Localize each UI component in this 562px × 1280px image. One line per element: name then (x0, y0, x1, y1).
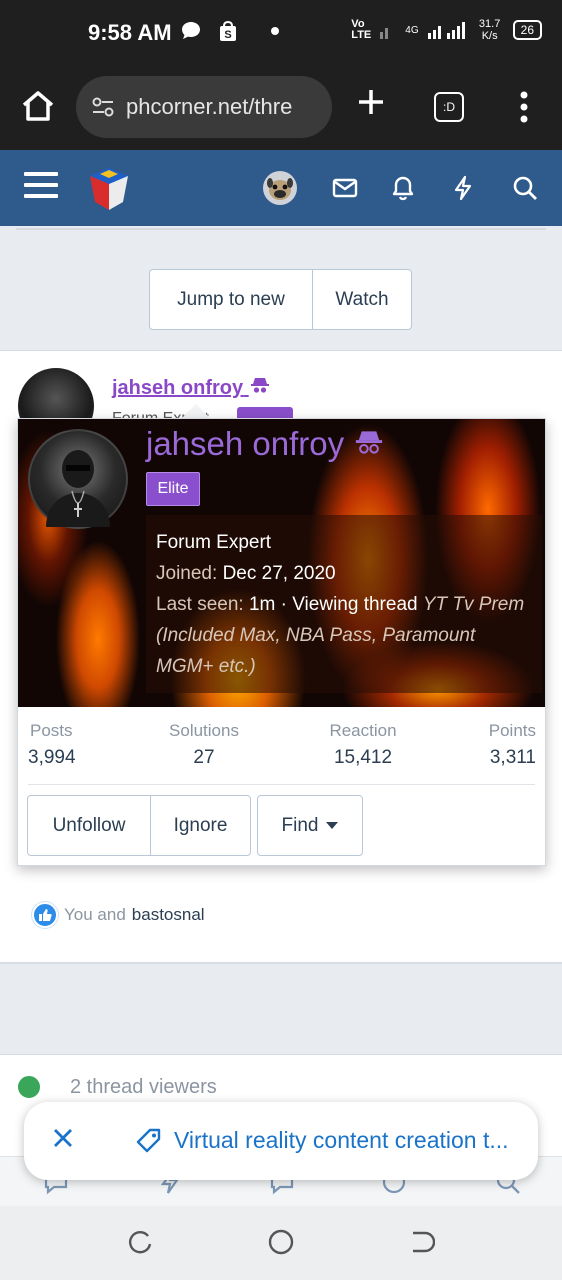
whats-new-button[interactable] (448, 170, 478, 206)
search-icon[interactable] (512, 175, 538, 201)
hamburger-menu-icon[interactable] (24, 172, 58, 202)
user-avatar[interactable] (262, 170, 298, 211)
stat-label: Solutions (169, 721, 239, 740)
joined-row: Joined: Dec 27, 2020 (156, 558, 532, 589)
tab-switcher-button[interactable]: :D (434, 92, 464, 122)
shopping-bag-icon: S (220, 21, 237, 42)
stat-solutions[interactable]: Solutions 27 (164, 721, 244, 769)
lightning-bolt-icon[interactable] (452, 175, 474, 201)
post-author-name-text[interactable]: jahseh onfroy (112, 377, 243, 399)
stat-points[interactable]: Points 3,311 (476, 721, 536, 769)
site-logo[interactable] (84, 164, 134, 214)
last-seen-row: Last seen: 1m · Viewing thread YT Tv Pre… (156, 589, 532, 682)
member-avatar[interactable] (28, 429, 128, 529)
more-menu-icon[interactable] (518, 90, 530, 124)
reaction-user[interactable]: bastosnal (132, 905, 205, 925)
address-bar[interactable]: phcorner.net/thre (76, 76, 332, 138)
stat-label: Points (488, 721, 536, 740)
thumbs-up-icon (39, 909, 52, 921)
url-text[interactable]: phcorner.net/thre (126, 94, 322, 120)
caret-down-icon (326, 821, 339, 829)
home-circle-icon[interactable] (267, 1228, 295, 1256)
back-icon[interactable] (407, 1228, 435, 1256)
dot-icon (271, 27, 280, 36)
svg-text:S: S (224, 29, 231, 41)
member-title: Forum Expert (156, 532, 272, 553)
stat-reaction[interactable]: Reaction 15,412 (318, 721, 408, 769)
alerts-button[interactable] (388, 170, 418, 206)
elite-badge: Elite (146, 472, 200, 506)
jump-to-new-button[interactable]: Jump to new (150, 270, 313, 329)
status-time: 9:58 AM (88, 20, 172, 45)
content-gap (0, 964, 562, 1054)
like-reaction-icon (32, 902, 58, 928)
tooltip-arrow (182, 404, 210, 418)
find-label[interactable]: Find (282, 815, 319, 837)
member-stats: Posts 3,994 Solutions 27 Reaction 15,412… (18, 707, 545, 787)
member-name[interactable]: jahseh onfroy (146, 425, 385, 463)
close-icon[interactable] (51, 1126, 75, 1150)
spy-icon (356, 431, 383, 454)
site-settings-icon[interactable] (90, 94, 116, 120)
new-tab-button[interactable] (356, 86, 386, 124)
battery-indicator: 26 (512, 20, 542, 40)
member-avatar-figure (46, 450, 110, 527)
find-button[interactable]: Find (257, 795, 363, 856)
search-button[interactable] (510, 170, 540, 206)
joined-label: Joined: (156, 563, 218, 584)
recent-apps-icon[interactable] (126, 1228, 154, 1256)
spy-icon (250, 378, 269, 393)
envelope-icon[interactable] (332, 177, 358, 199)
viewer-avatars (16, 1074, 60, 1100)
stat-value: 27 (193, 747, 215, 768)
inbox-button[interactable] (330, 170, 360, 206)
watch-button[interactable]: Watch (313, 270, 411, 329)
reaction-prefix: You and (64, 905, 126, 924)
stat-label: Reaction (329, 721, 397, 740)
status-bar: 9:58 AM S Vo LTE 4G 31.7 K/s 26 (0, 0, 562, 64)
post-author-name[interactable]: jahseh onfroy (112, 376, 271, 400)
network-type: 4G (405, 24, 419, 36)
stat-posts[interactable]: Posts 3,994 (28, 721, 76, 769)
stat-value: 15,412 (333, 747, 393, 768)
profile-banner: jahseh onfroy Elite Forum Expert Joined:… (18, 419, 545, 707)
close-toast-button[interactable] (48, 1126, 78, 1156)
browser-toolbar: phcorner.net/thre :D (0, 64, 562, 150)
reaction-summary[interactable]: You and bastosnal (32, 902, 205, 928)
ignore-button[interactable]: Ignore (150, 795, 251, 856)
toast-title[interactable]: Virtual reality content creation t... (174, 1127, 540, 1154)
member-tooltip: jahseh onfroy Elite Forum Expert Joined:… (17, 418, 546, 866)
thread-viewers[interactable]: 2 thread viewers (16, 1074, 217, 1100)
data-speed: 31.7 K/s (478, 18, 501, 42)
last-seen-value: 1m · Viewing thread (248, 594, 418, 615)
thread-actions: Jump to new Watch (149, 269, 412, 330)
pug-avatar-icon[interactable] (262, 170, 298, 206)
system-indicators: Vo LTE 4G 31.7 K/s 26 (351, 18, 542, 42)
unfollow-button[interactable]: Unfollow (27, 795, 151, 856)
thread-viewers-label[interactable]: 2 thread viewers (70, 1076, 217, 1099)
notification-icons: S (180, 20, 280, 42)
stat-label: Posts (30, 721, 73, 740)
last-seen-label: Last seen: (156, 594, 244, 615)
member-info: Forum Expert Joined: Dec 27, 2020 Last s… (146, 515, 542, 693)
volte-label: Vo LTE (351, 18, 372, 41)
stat-value: 3,994 (28, 747, 76, 768)
signal-icon (380, 28, 389, 39)
toast-notification[interactable]: Virtual reality content creation t... (24, 1102, 538, 1180)
joined-value: Dec 27, 2020 (222, 563, 336, 584)
tag-icon (136, 1128, 161, 1153)
stat-value: 3,311 (489, 747, 536, 768)
bell-icon[interactable] (391, 175, 415, 201)
signal-bars-icon (427, 22, 465, 39)
plus-icon[interactable] (356, 87, 386, 117)
home-icon[interactable] (20, 88, 56, 124)
member-name-text[interactable]: jahseh onfroy (146, 425, 344, 462)
stats-divider (28, 784, 535, 785)
chat-bubble-icon (182, 22, 200, 40)
